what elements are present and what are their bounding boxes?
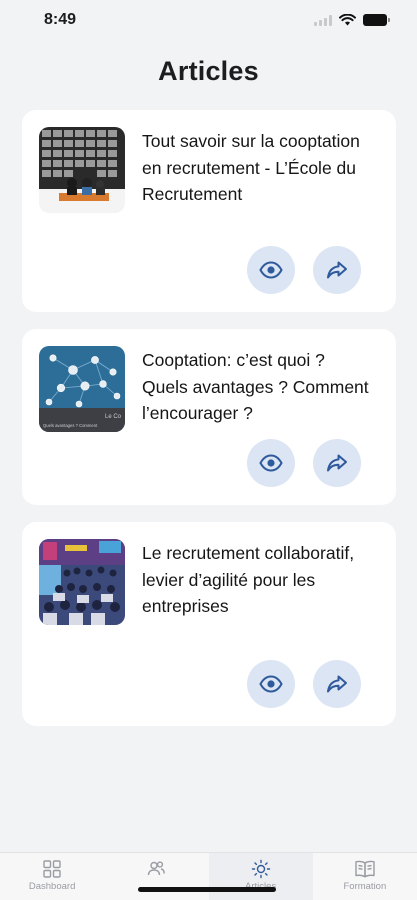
eye-icon [259,675,283,693]
share-button[interactable] [313,246,361,294]
grid-icon [43,860,61,878]
conference-audience-screen-image [39,127,125,213]
article-card[interactable]: Le recrutement collaboratif, levier d’ag… [22,522,396,726]
event-crowd-image [39,539,125,625]
article-actions [247,246,361,294]
tab-label: Formation [343,881,387,892]
status-bar: 8:49 [0,0,417,44]
page-title: Articles [158,56,259,86]
article-actions [247,439,361,487]
share-button[interactable] [313,660,361,708]
eye-icon [259,261,283,279]
share-arrow-icon [327,261,347,279]
article-list: Tout savoir sur la cooptation en recrute… [22,110,396,743]
view-button[interactable] [247,660,295,708]
tab-articles[interactable]: Articles [208,853,313,900]
network-diagram-image: Le Co Quels avantages ? Comment [39,346,125,432]
tab-formation[interactable]: Formation [313,853,417,900]
share-arrow-icon [327,454,347,472]
wifi-icon [339,14,356,26]
share-arrow-icon [327,675,347,693]
book-icon [355,860,375,878]
article-card[interactable]: Tout savoir sur la cooptation en recrute… [22,110,396,312]
article-card[interactable]: Le Co Quels avantages ? Comment Cooptati… [22,329,396,505]
users-icon [148,861,166,876]
image-subcaption: Quels avantages ? Comment [43,423,98,428]
article-title[interactable]: Tout savoir sur la cooptation en recrute… [142,128,374,208]
tab-bar: Dashboard Articles [0,852,417,900]
tab-label: Dashboard [28,881,76,892]
share-button[interactable] [313,439,361,487]
tab-users[interactable] [104,853,208,900]
article-actions [247,660,361,708]
article-title[interactable]: Cooptation: c’est quoi ? Quels avantages… [142,347,374,427]
article-title[interactable]: Le recrutement collaboratif, levier d’ag… [142,540,374,620]
eye-icon [259,454,283,472]
view-button[interactable] [247,439,295,487]
tab-dashboard[interactable]: Dashboard [0,853,104,900]
image-caption: Le Co [105,414,122,420]
status-icons [314,14,390,26]
home-indicator [138,887,276,892]
battery-icon [363,14,390,26]
view-button[interactable] [247,246,295,294]
status-time: 8:49 [44,11,77,28]
signal-icon [314,14,332,26]
sun-icon [251,859,270,879]
